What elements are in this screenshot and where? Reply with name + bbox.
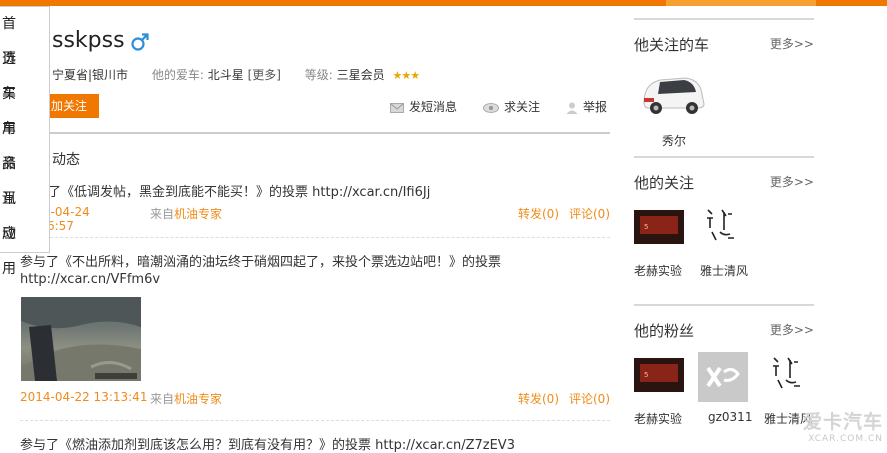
sidebar-divider	[634, 18, 814, 20]
feed-item-time: 2014-04-22 13:13:41	[20, 390, 148, 404]
profile-divider	[20, 132, 610, 134]
nav-item-select-car[interactable]: 选 车	[0, 42, 49, 102]
fans-more-link[interactable]: 更多>>	[770, 321, 814, 338]
side-nav: 首 页 选 车 买 车 用 品 资 讯 互 动 应 用	[0, 6, 50, 277]
eye-icon	[483, 102, 499, 113]
feed-title: 动态	[52, 152, 80, 168]
calligraphy-avatar-icon	[773, 357, 800, 389]
feed-item-text[interactable]: 参与了《燃油添加剂到底该怎么用？到底有没有用？》的投票 http://xcar.…	[20, 434, 515, 453]
repost-link[interactable]: 转发(0)	[518, 392, 559, 406]
feed-divider	[20, 237, 610, 238]
calligraphy-avatar-icon	[707, 209, 734, 241]
level-label: 等级:	[304, 68, 333, 82]
feed-item-text[interactable]: 了《低调发帖，黑金到底能不能买！》的投票 http://xcar.cn/Ifi6…	[48, 181, 430, 200]
top-accent-highlight	[666, 0, 816, 6]
nav-item-buy-car[interactable]: 买 车	[0, 77, 49, 137]
car-caption[interactable]: 秀尔	[662, 132, 686, 149]
nav-item-apps[interactable]: 应 用	[0, 217, 49, 277]
level-value: 三星会员	[336, 68, 385, 82]
feed-divider	[20, 420, 610, 421]
repost-link[interactable]: 转发(0)	[518, 207, 559, 221]
avatar[interactable]: 5	[634, 210, 684, 244]
feed-item-ops: 转发(0) 评论(0)	[508, 205, 610, 222]
nav-item-home[interactable]: 首 页	[0, 7, 49, 67]
xcar-default-avatar-icon	[698, 352, 748, 402]
request-follow-button[interactable]: 求关注	[483, 98, 540, 115]
feed-item-text[interactable]: 参与了《不出所料，暗潮汹涌的油坛终于硝烟四起了，来投个票选边站吧！》的投票	[20, 251, 501, 270]
followed-cars-title: 他关注的车	[634, 36, 710, 54]
followed-cars-more-link[interactable]: 更多>>	[770, 35, 814, 52]
username: sskpss	[52, 28, 125, 53]
car-more-link[interactable]: [更多]	[248, 68, 281, 82]
nav-item-interact[interactable]: 互 动	[0, 182, 49, 242]
nav-item-news[interactable]: 资 讯	[0, 147, 49, 207]
following-user-name[interactable]: 雅士清风	[700, 262, 748, 279]
xcar-watermark: 爱卡汽车 XCAR.COM.CN	[803, 407, 883, 444]
source-app-link[interactable]: 机油专家	[174, 207, 222, 221]
follow-button[interactable]: 加关注	[49, 94, 99, 118]
avatar[interactable]	[698, 206, 748, 246]
avatar-image: 5	[634, 358, 684, 392]
svg-text:5: 5	[644, 371, 648, 379]
report-label: 举报	[583, 100, 608, 114]
source-app-link[interactable]: 机油专家	[174, 392, 222, 406]
envelope-icon	[390, 102, 404, 113]
svg-text:5: 5	[644, 223, 648, 231]
comment-link[interactable]: 评论(0)	[569, 392, 610, 406]
level-stars-icon: ★★★	[392, 69, 421, 82]
fan-user-name[interactable]: gz0311	[708, 410, 752, 424]
watermark-url: XCAR.COM.CN	[808, 434, 883, 444]
photo-image	[21, 297, 141, 381]
sidebar-divider	[634, 156, 814, 158]
male-gender-icon	[131, 33, 149, 51]
following-user-name[interactable]: 老赫实验	[634, 262, 682, 279]
person-icon	[566, 102, 578, 114]
feed-item-ops: 转发(0) 评论(0)	[508, 390, 610, 407]
nav-item-products[interactable]: 用 品	[0, 112, 49, 172]
profile-meta: 宁夏省|银川市 他的爱车: 北斗星 [更多] 等级: 三星会员 ★★★	[52, 66, 421, 83]
feed-item-source: 来自机油专家	[150, 392, 223, 406]
send-message-label: 发短消息	[409, 100, 458, 114]
profile-main: sskpss 宁夏省|银川市 他的爱车: 北斗星 [更多] 等级: 三星会员 ★…	[0, 6, 612, 453]
feed-item-link[interactable]: http://xcar.cn/VFfm6v	[20, 272, 160, 287]
car-value[interactable]: 北斗星	[208, 68, 244, 82]
avatar[interactable]	[698, 352, 748, 402]
send-message-button[interactable]: 发短消息	[390, 98, 457, 115]
avatar[interactable]: 5	[634, 358, 684, 392]
following-more-link[interactable]: 更多>>	[770, 173, 814, 190]
car-thumbnail-icon[interactable]	[638, 72, 708, 118]
watermark-brand: 爱卡汽车	[802, 411, 883, 433]
fans-title: 他的粉丝	[634, 322, 695, 340]
following-title: 他的关注	[634, 174, 695, 192]
avatar[interactable]	[764, 354, 814, 394]
comment-link[interactable]: 评论(0)	[569, 207, 610, 221]
feed-item-source: 来自机油专家	[150, 207, 223, 221]
feed-item-photo[interactable]	[21, 297, 141, 381]
fan-user-name[interactable]: 老赫实验	[634, 410, 682, 427]
report-button[interactable]: 举报	[566, 98, 607, 115]
car-label: 他的爱车:	[151, 68, 204, 82]
avatar-image: 5	[634, 210, 684, 244]
location: 宁夏省|银川市	[52, 68, 129, 82]
request-follow-label: 求关注	[504, 100, 541, 114]
sidebar-divider	[634, 304, 814, 306]
